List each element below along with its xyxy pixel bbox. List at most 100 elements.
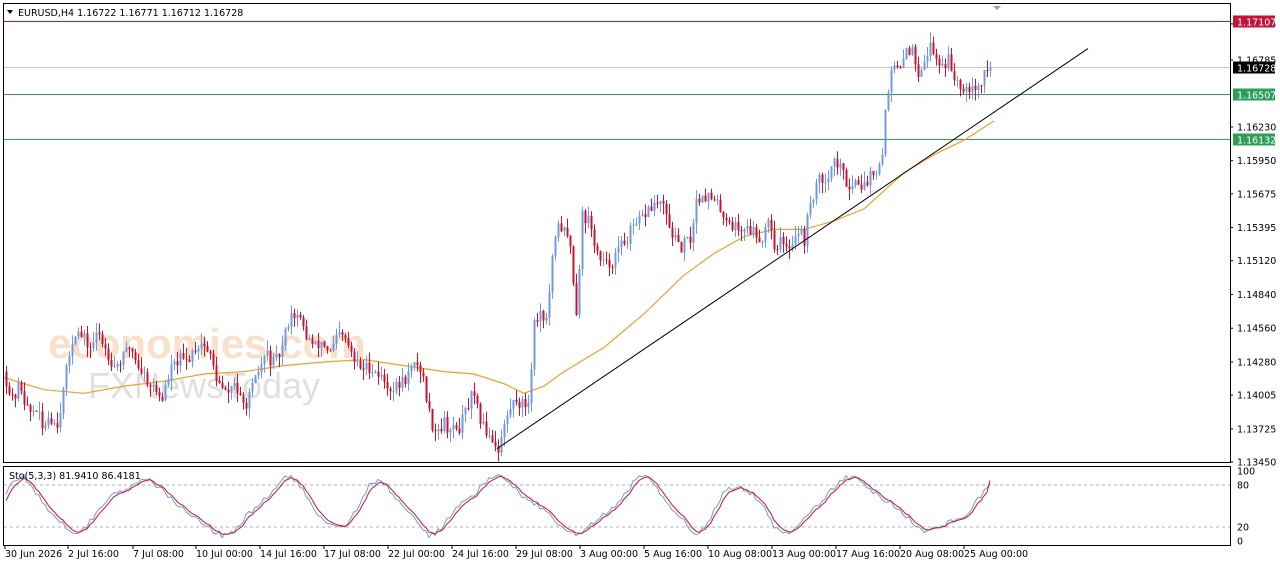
candle-body <box>665 203 668 215</box>
candle-body <box>119 364 122 366</box>
candle-body <box>47 418 50 425</box>
candle-body <box>890 69 893 93</box>
candle-body <box>437 428 440 432</box>
candle-body <box>800 229 803 234</box>
x-tick-label: 17 Aug 16:00 <box>836 549 900 560</box>
candle-body <box>626 243 629 245</box>
price-tag-text-1.16507: 1.16507 <box>1237 91 1276 102</box>
candle-body <box>938 58 941 66</box>
candle-body <box>560 223 563 232</box>
candle-body <box>743 228 746 232</box>
candle-body <box>110 360 113 367</box>
candle-body <box>125 347 128 352</box>
candle-body <box>755 227 758 238</box>
candle-body <box>953 71 956 81</box>
x-tick-label: 5 Aug 16:00 <box>644 549 702 560</box>
candle-body <box>230 386 233 393</box>
candle-body <box>62 388 65 414</box>
candle-body <box>101 334 104 345</box>
candle-body <box>356 360 359 362</box>
candle-body <box>569 236 572 247</box>
price-tag-text-1.16132: 1.16132 <box>1237 136 1276 147</box>
candle-body <box>182 353 185 359</box>
candle-body <box>902 58 905 68</box>
candle-body <box>599 250 602 261</box>
candle-body <box>506 415 509 424</box>
candle-body <box>386 381 389 389</box>
candle-body <box>713 199 716 201</box>
price-axis: 1.170851.167851.162301.159501.156751.153… <box>1230 19 1276 469</box>
candle-body <box>548 292 551 318</box>
candle-body <box>254 375 257 383</box>
candle-body <box>377 371 380 377</box>
candle-body <box>74 336 77 345</box>
candle-body <box>779 237 782 250</box>
candle-body <box>443 417 446 432</box>
candle-body <box>470 391 473 409</box>
candle-body <box>227 389 230 393</box>
candle-body <box>185 358 188 360</box>
candle-body <box>383 374 386 382</box>
candle-body <box>284 328 287 346</box>
candle-body <box>83 333 86 337</box>
stoch-tick-20: 20 <box>1237 523 1249 534</box>
candle-body <box>602 259 605 261</box>
candle-body <box>401 376 404 388</box>
price-tag-text-1.17107: 1.17107 <box>1237 18 1276 29</box>
candle-body <box>155 384 158 392</box>
candle-body <box>113 366 116 368</box>
candle-body <box>935 53 938 59</box>
candle-body <box>635 223 638 225</box>
candle-body <box>836 158 839 168</box>
candle-body <box>209 351 212 354</box>
candle-body <box>824 182 827 184</box>
candle-body <box>68 356 71 366</box>
candle-body <box>866 182 869 186</box>
x-tick-label: 10 Jul 00:00 <box>196 549 253 560</box>
y-tick-label: 1.15120 <box>1237 256 1276 267</box>
candle-body <box>815 182 818 200</box>
candle-body <box>695 198 698 224</box>
candle-body <box>98 332 101 335</box>
candle-body <box>776 249 779 251</box>
candle-body <box>128 347 131 349</box>
candle-body <box>197 348 200 352</box>
ascending-trendline[interactable] <box>496 48 1089 450</box>
candle-body <box>353 351 356 362</box>
candle-body <box>164 384 167 401</box>
candle-body <box>239 392 242 396</box>
candle-body <box>53 423 56 425</box>
candle-body <box>215 365 218 381</box>
candle-body <box>914 46 917 65</box>
candle-body <box>278 354 281 358</box>
chart-svg[interactable]: economies.com FXNewsToday 1.170851.16785… <box>0 0 1280 567</box>
candle-body <box>107 348 110 361</box>
trendline-layer[interactable] <box>496 48 1089 450</box>
candle-body <box>989 67 992 71</box>
x-tick-label: 22 Jul 00:00 <box>388 549 445 560</box>
candle-body <box>140 368 143 374</box>
candle-body <box>137 360 140 369</box>
candle-body <box>650 206 653 211</box>
candle-body <box>596 245 599 251</box>
candle-body <box>461 414 464 433</box>
y-tick-label: 1.16230 <box>1237 122 1276 133</box>
candle-body <box>233 383 236 387</box>
candle-body <box>173 361 176 365</box>
candle-body <box>344 335 347 339</box>
candle-body <box>32 410 35 412</box>
candle-body <box>977 85 980 90</box>
candle-body <box>593 229 596 246</box>
candle-body <box>605 259 608 261</box>
candle-body <box>389 388 392 392</box>
candle-body <box>191 350 194 362</box>
candle-body <box>260 364 263 372</box>
candle-body <box>629 225 632 244</box>
candle-body <box>425 376 428 402</box>
trading-chart[interactable]: economies.com FXNewsToday 1.170851.16785… <box>0 0 1280 567</box>
shift-marker-icon[interactable] <box>993 6 1001 10</box>
candle-body <box>200 343 203 349</box>
candle-body <box>893 65 896 70</box>
candle-body <box>296 314 299 319</box>
symbol-dropdown-icon[interactable] <box>7 10 13 14</box>
